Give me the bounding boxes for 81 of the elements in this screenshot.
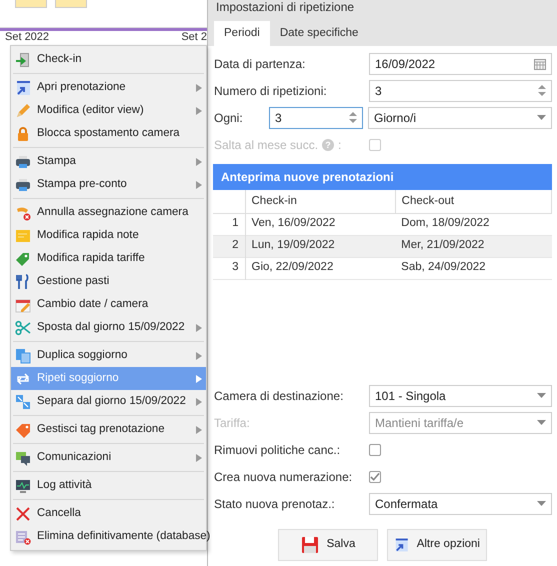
table-cell: Ven, 16/09/2022: [245, 213, 396, 235]
field-label: Rimuovi politiche canc.:: [214, 442, 342, 458]
printer-icon: [15, 176, 31, 192]
unassign-icon: [15, 204, 31, 220]
dropdown[interactable]: 101 - Singola: [369, 384, 552, 406]
menu-item[interactable]: Modifica rapida tariffe: [11, 247, 206, 270]
tag-icon: [15, 250, 31, 266]
column-header: Check-in: [245, 190, 396, 213]
dropdown[interactable]: Giorno/i: [368, 106, 552, 128]
menu-item[interactable]: Apri prenotazione: [11, 76, 206, 99]
field-label: Stato nuova prenotaz.:: [214, 496, 336, 512]
table-cell: Mer, 21/09/2022: [395, 235, 552, 257]
preview-header: Anteprima nuove prenotazioni: [213, 164, 552, 190]
more-options-button[interactable]: Altre opzioni: [387, 529, 487, 561]
door-icon: [15, 52, 31, 68]
padlock-icon: [15, 126, 31, 142]
dropdown-caret-icon[interactable]: [537, 501, 546, 506]
menu-item[interactable]: Gestisci tag prenotazione: [11, 418, 206, 441]
field-label: :: [338, 136, 342, 154]
field-label: Camera di destinazione:: [214, 388, 344, 404]
number-field[interactable]: 3: [369, 80, 552, 102]
tab[interactable]: Periodi: [214, 20, 270, 46]
menu-item[interactable]: Duplica soggiorno: [11, 344, 206, 367]
menu-item[interactable]: Cancella: [11, 502, 206, 525]
month-header: Set 2022: [5, 31, 50, 43]
calendar-icon[interactable]: [534, 58, 546, 70]
save-button[interactable]: Salva: [278, 529, 378, 561]
menu-item[interactable]: Cambio date / camera: [11, 293, 206, 316]
table-cell: Sab, 24/09/2022: [395, 257, 552, 279]
menu-item[interactable]: Gestione pasti: [11, 270, 206, 293]
menu-item[interactable]: Modifica (editor view): [11, 99, 206, 122]
field-label: Data di partenza:: [214, 56, 306, 72]
menu-item[interactable]: Blocca spostamento camera: [11, 122, 206, 145]
calendar-icon: [15, 296, 31, 312]
month-header: Set 2: [181, 31, 207, 43]
table-cell: Gio, 22/09/2022: [245, 257, 396, 279]
menu-item[interactable]: Check-in: [11, 48, 206, 71]
menu-item[interactable]: Modifica rapida note: [11, 224, 206, 247]
field-label: Numero di ripetizioni:: [214, 82, 328, 100]
cutlery-icon: [15, 274, 31, 290]
open-window-icon: [15, 80, 31, 96]
menu-item[interactable]: Sposta dal giorno 15/09/2022: [11, 316, 206, 339]
table-cell: Dom, 18/09/2022: [395, 213, 552, 235]
dropdown-caret-icon[interactable]: [537, 115, 546, 120]
row-number: 1: [213, 213, 245, 235]
field-label: Crea nuova numerazione:: [214, 468, 354, 486]
copy-icon: [15, 348, 31, 364]
menu-item[interactable]: Annulla assegnazione camera: [11, 201, 206, 224]
split-icon: [15, 394, 31, 410]
checkbox[interactable]: [369, 444, 381, 456]
field-label: Tariffa:: [214, 414, 251, 432]
menu-item[interactable]: Comunicazioni: [11, 446, 206, 469]
repeat-icon: [15, 370, 31, 386]
field-label: Ogni:: [214, 110, 244, 126]
pencil-icon: [15, 102, 31, 118]
table-cell: Lun, 19/09/2022: [245, 235, 396, 257]
tag-icon: [15, 422, 31, 438]
printer-icon: [15, 154, 31, 170]
note-icon: [15, 228, 31, 244]
dialog-title: Impostazioni di ripetizione: [208, 0, 557, 22]
checkbox[interactable]: [369, 470, 381, 482]
row-number: 3: [213, 257, 245, 279]
field-label: Salta al mese succ.: [214, 136, 318, 154]
close-icon: [15, 506, 31, 522]
column-header: Check-out: [395, 190, 552, 213]
date-field[interactable]: 16/09/2022: [369, 52, 552, 74]
menu-item[interactable]: Stampa pre-conto: [11, 173, 206, 196]
dropdown-caret-icon[interactable]: [537, 393, 546, 398]
dropdown[interactable]: Confermata: [369, 492, 552, 514]
number-field[interactable]: 3: [269, 106, 363, 128]
monitor-icon: [15, 478, 31, 494]
spinner-icon[interactable]: [349, 112, 357, 123]
menu-item[interactable]: Separa dal giorno 15/09/2022: [11, 390, 206, 413]
scissors-icon: [15, 320, 31, 336]
chat-icon: [15, 450, 31, 466]
row-number: 2: [213, 235, 245, 257]
menu-item[interactable]: Stampa: [11, 150, 206, 173]
delete-icon: [15, 528, 31, 544]
spinner-icon[interactable]: [538, 85, 546, 96]
tab[interactable]: Date specifiche: [270, 20, 368, 46]
menu-item[interactable]: Log attività: [11, 474, 206, 497]
